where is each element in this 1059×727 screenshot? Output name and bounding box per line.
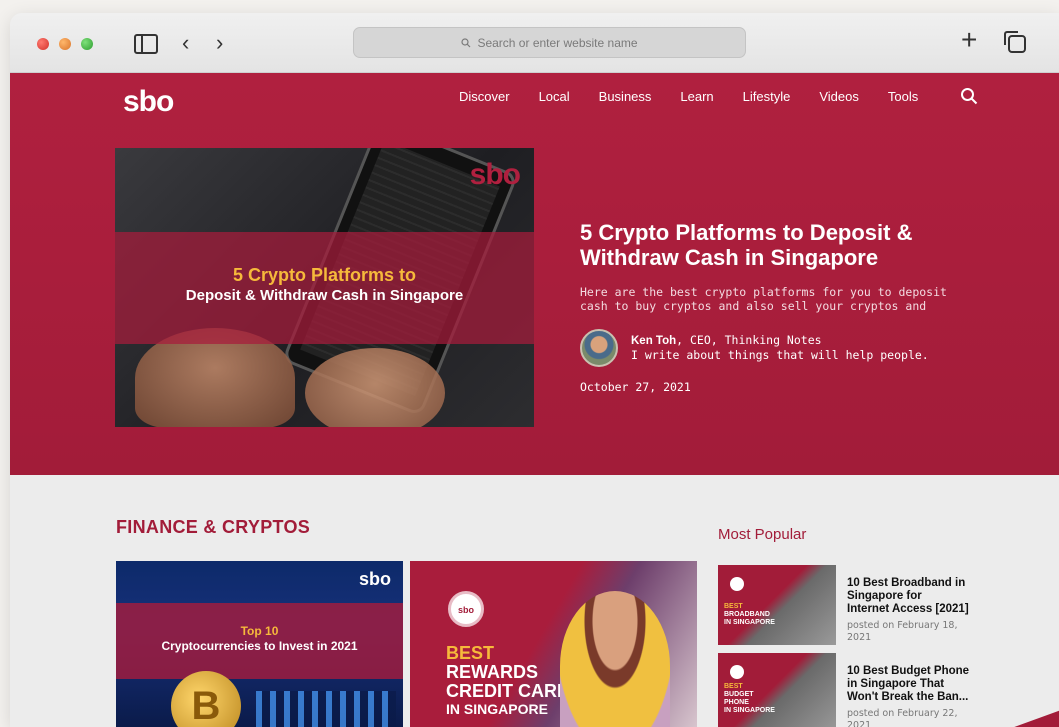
content-section: FINANCE & CRYPTOS sbo Top 10 Cryptocurre… <box>10 475 1059 727</box>
nav-lifestyle[interactable]: Lifestyle <box>743 89 791 104</box>
close-window-button[interactable] <box>37 38 49 50</box>
nav-local[interactable]: Local <box>539 89 570 104</box>
plus-icon[interactable]: + <box>961 26 977 54</box>
nav-business[interactable]: Business <box>599 89 652 104</box>
thumb-text: PHONE <box>724 699 749 706</box>
main-nav: Discover Local Business Learn Lifestyle … <box>459 89 947 104</box>
title-line[interactable]: Won't Break the Ban... <box>847 691 982 704</box>
article-text: 10 Best Broadband in Singapore for Inter… <box>847 577 982 644</box>
image-logo: sbo <box>469 158 521 191</box>
thumb-text: IN SINGAPORE <box>724 707 775 714</box>
tabs-icon[interactable] <box>1004 31 1026 53</box>
list-item[interactable]: BEST BROADBAND IN SINGAPORE 10 Best Broa… <box>718 565 978 645</box>
thumb-text: BEST <box>724 683 743 690</box>
minimize-window-button[interactable] <box>59 38 71 50</box>
title-line[interactable]: 10 Best Broadband in <box>847 577 982 590</box>
address-bar-placeholder: Search or enter website name <box>477 35 638 50</box>
card-subheadline: Cryptocurrencies to Invest in 2021 <box>161 639 358 653</box>
search-icon <box>461 37 471 47</box>
award-badge-icon <box>448 591 484 627</box>
nav-discover[interactable]: Discover <box>459 89 510 104</box>
nav-tools[interactable]: Tools <box>888 89 918 104</box>
featured-article-date: October 27, 2021 <box>580 380 691 394</box>
search-icon[interactable] <box>960 87 978 110</box>
browser-toolbar: ‹ › Search or enter website name + <box>10 13 1059 73</box>
image-subheadline: Deposit & Withdraw Cash in Singapore <box>185 287 464 304</box>
nav-learn[interactable]: Learn <box>680 89 713 104</box>
featured-article-image[interactable]: sbo 5 Crypto Platforms to Deposit & With… <box>115 148 534 427</box>
card-headline: BEST <box>446 643 495 663</box>
bitcoin-icon: B <box>171 671 241 727</box>
avatar[interactable] <box>580 329 618 367</box>
article-card[interactable]: sbo Top 10 Cryptocurrencies to Invest in… <box>116 561 403 727</box>
shopper-photo <box>560 591 670 727</box>
author-bio: I write about things that will help peop… <box>631 348 929 362</box>
article-title[interactable]: 10 Best Budget Phone in Singapore That W… <box>847 665 982 704</box>
featured-article-excerpt: Here are the best crypto platforms for y… <box>580 285 947 313</box>
article-card[interactable]: BEST REWARDS CREDIT CARD IN SINGAPORE <box>410 561 697 727</box>
site-logo[interactable]: sbo <box>123 85 174 119</box>
article-thumbnail[interactable]: BEST BROADBAND IN SINGAPORE <box>718 565 836 645</box>
badge-icon <box>730 577 744 591</box>
thumb-text: BROADBAND <box>724 611 770 618</box>
section-title: FINANCE & CRYPTOS <box>116 517 311 537</box>
author-role: , CEO, Thinking Notes <box>676 333 822 347</box>
list-item[interactable]: BEST BUDGET PHONE IN SINGAPORE 10 Best B… <box>718 653 978 727</box>
back-icon[interactable]: ‹ <box>182 31 189 55</box>
decorative-accent <box>996 706 1059 727</box>
featured-article-title[interactable]: 5 Crypto Platforms to Deposit & Withdraw… <box>580 220 980 270</box>
address-bar[interactable]: Search or enter website name <box>353 27 746 58</box>
card-headline: CREDIT CARD <box>446 681 570 701</box>
hero-section: sbo Discover Local Business Learn Lifest… <box>10 73 1059 475</box>
card-headline: Top 10 <box>240 624 279 638</box>
article-text: 10 Best Budget Phone in Singapore That W… <box>847 665 982 727</box>
thumb-text: BEST <box>724 603 743 610</box>
image-logo: sbo <box>358 569 391 589</box>
card-headline: IN SINGAPORE <box>446 701 548 717</box>
nav-videos[interactable]: Videos <box>819 89 859 104</box>
author-name[interactable]: Ken Toh <box>631 335 676 347</box>
article-thumbnail[interactable]: BEST BUDGET PHONE IN SINGAPORE <box>718 653 836 727</box>
image-headline: 5 Crypto Platforms to <box>232 265 417 285</box>
badge-icon <box>730 665 744 679</box>
most-popular-title: Most Popular <box>718 526 807 543</box>
article-date: posted on February 22, 2021 <box>847 708 958 727</box>
title-line[interactable]: 10 Best Budget Phone <box>847 665 982 678</box>
browser-window: ‹ › Search or enter website name + sbo D… <box>10 13 1059 727</box>
author-info: Ken Toh, CEO, Thinking Notes I write abo… <box>631 333 929 362</box>
article-title[interactable]: 10 Best Broadband in Singapore for Inter… <box>847 577 982 616</box>
thumb-text: BUDGET <box>724 691 754 698</box>
zoom-window-button[interactable] <box>81 38 93 50</box>
article-date: posted on February 18, 2021 <box>847 620 958 643</box>
background-lights <box>256 691 396 727</box>
title-line[interactable]: in Singapore That <box>847 678 982 691</box>
thumb-text: IN SINGAPORE <box>724 619 775 626</box>
forward-icon[interactable]: › <box>216 31 223 55</box>
card-headline: REWARDS <box>446 662 539 682</box>
title-line[interactable]: Internet Access [2021] <box>847 603 982 616</box>
title-line[interactable]: Singapore for <box>847 590 982 603</box>
sidebar-icon[interactable] <box>134 34 158 54</box>
